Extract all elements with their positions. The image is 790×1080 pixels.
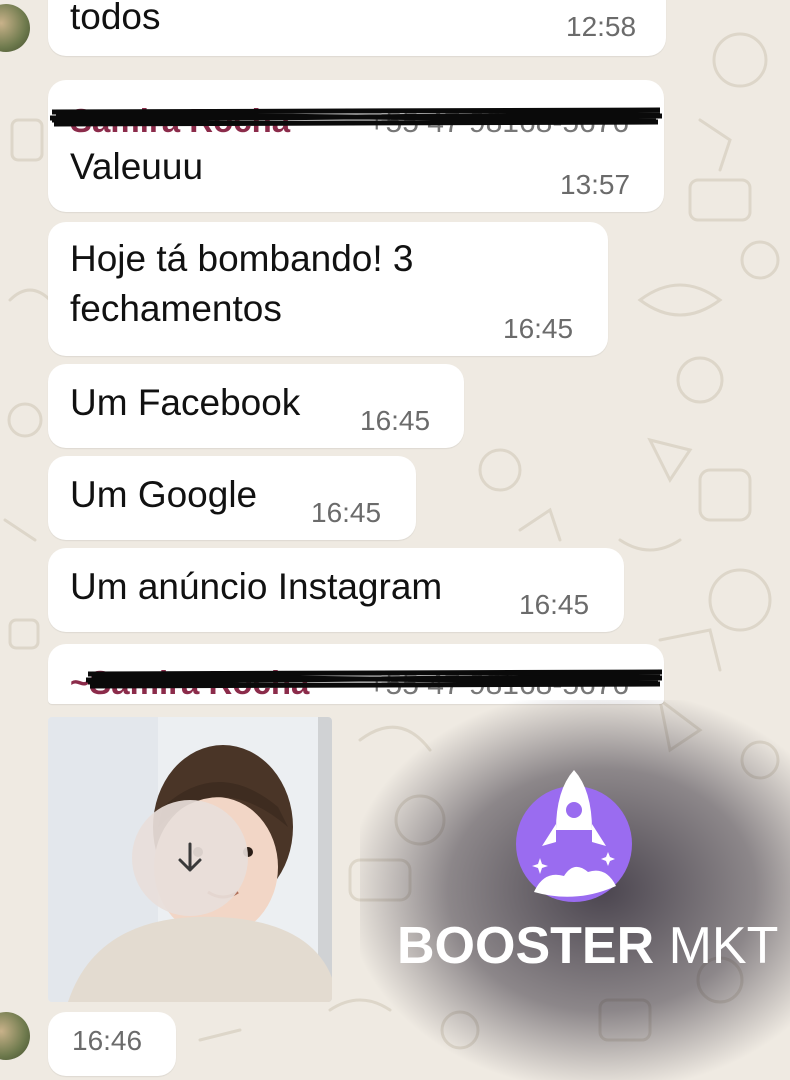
message-bubble[interactable]: Samira Rocha +55 47 98168-5676 Valeuuu 1… bbox=[48, 80, 664, 212]
message-bubble[interactable]: todos 12:58 bbox=[48, 0, 666, 56]
message-bubble[interactable]: Um anúncio Instagram 16:45 bbox=[48, 548, 624, 632]
message-bubble[interactable]: ~Samira Rocha +55 47 98168-5676 bbox=[48, 644, 664, 704]
message-text: Um Facebook bbox=[70, 382, 301, 423]
message-time: 16:45 bbox=[503, 313, 574, 344]
rocket-icon bbox=[516, 770, 632, 902]
message-bubble[interactable]: Um Google 16:45 bbox=[48, 456, 416, 540]
message-text: Um Google bbox=[70, 474, 258, 515]
redaction-scribble bbox=[85, 669, 663, 689]
brand-name-light: MKT bbox=[654, 917, 779, 975]
message-time: 16:46 bbox=[72, 1025, 143, 1056]
message-time: 16:45 bbox=[519, 589, 590, 620]
message-bubble[interactable]: 16:46 bbox=[48, 1012, 176, 1076]
message-time: 16:45 bbox=[311, 497, 382, 528]
brand-name: BOOSTER MKT bbox=[397, 916, 778, 976]
message-text: Valeuuu bbox=[70, 146, 204, 187]
message-time: 16:45 bbox=[360, 405, 431, 436]
message-time: 12:58 bbox=[566, 11, 637, 42]
message-time: 13:57 bbox=[560, 169, 631, 200]
brand-name-bold: BOOSTER bbox=[397, 917, 655, 975]
arrow-down-icon bbox=[178, 842, 202, 872]
redaction-scribble bbox=[49, 107, 663, 127]
message-text: Um anúncio Instagram bbox=[70, 566, 443, 607]
message-bubble[interactable]: Hoje tá bombando! 3 fechamentos 16:45 bbox=[48, 222, 608, 356]
download-button[interactable] bbox=[132, 800, 248, 916]
message-text: todos bbox=[70, 0, 161, 37]
message-text: Hoje tá bombando! 3 fechamentos bbox=[70, 238, 414, 329]
message-bubble[interactable]: Um Facebook 16:45 bbox=[48, 364, 464, 448]
